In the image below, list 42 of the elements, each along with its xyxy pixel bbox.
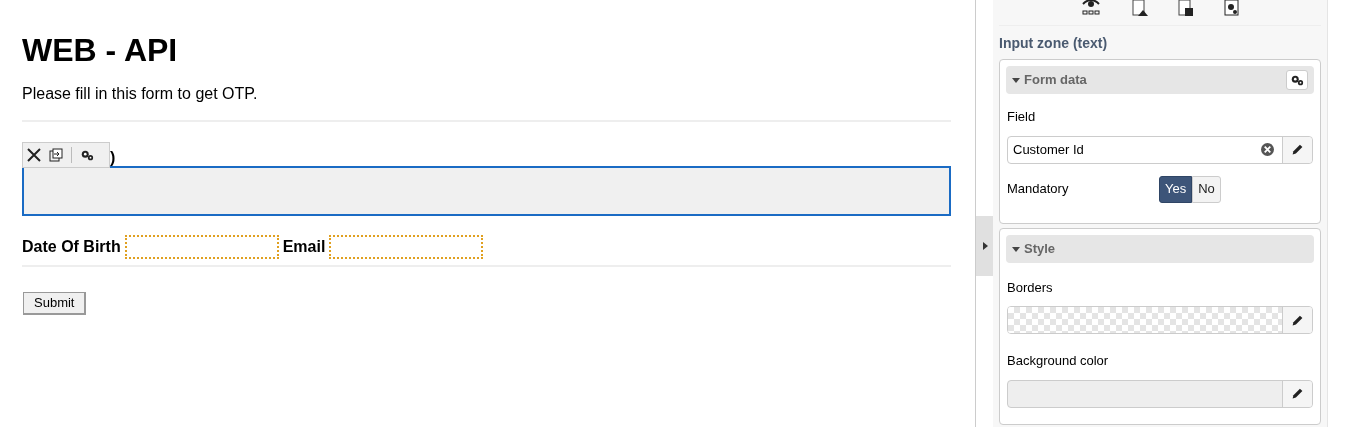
- background-color-field[interactable]: [1007, 379, 1313, 408]
- input-field[interactable]: [124, 235, 279, 259]
- section-header[interactable]: Style: [1006, 234, 1314, 263]
- mandatory-label: Mandatory: [1007, 180, 1070, 199]
- section-title: Style: [1024, 239, 1056, 258]
- field-value: Customer Id: [1012, 140, 1085, 159]
- toggle-option[interactable]: No: [1192, 175, 1221, 203]
- save-document-icon[interactable]: [1178, 0, 1194, 16]
- field-label: Date Of Birth: [22, 237, 121, 257]
- copy-icon[interactable]: [49, 148, 63, 162]
- upload-document-icon[interactable]: [1132, 0, 1148, 16]
- section-title: Form data: [1024, 71, 1087, 90]
- input-field[interactable]: [329, 235, 484, 259]
- document-settings-icon[interactable]: [1224, 0, 1240, 16]
- selected-input-zone[interactable]: [22, 166, 951, 216]
- borders-color-field[interactable]: [1007, 306, 1313, 334]
- section-header[interactable]: Form data: [1006, 66, 1314, 94]
- edit-button[interactable]: [1282, 380, 1312, 407]
- edit-button[interactable]: [1282, 307, 1312, 333]
- close-icon[interactable]: [27, 148, 41, 162]
- edit-button[interactable]: [1282, 136, 1312, 163]
- preview-icon[interactable]: [1080, 0, 1102, 16]
- intro-text: Please fill in this form to get OTP.: [22, 84, 259, 104]
- field-label: Field: [1007, 108, 1037, 126]
- pencil-icon: [1291, 143, 1304, 156]
- collapse-handle[interactable]: [976, 215, 993, 276]
- settings-icon: [80, 148, 94, 162]
- expand-arrow-icon: [981, 241, 988, 250]
- background-label: Background color: [1007, 352, 1110, 370]
- toggle-option[interactable]: Yes: [1159, 175, 1193, 203]
- gears-icon: [1290, 73, 1304, 87]
- field-label: ): [110, 148, 116, 168]
- pencil-icon: [1291, 313, 1304, 327]
- submit-button[interactable]: Submit: [23, 292, 87, 315]
- panel-title: Input zone (text): [999, 34, 1109, 53]
- clear-icon[interactable]: [1261, 143, 1274, 156]
- settings-button[interactable]: [1286, 70, 1308, 90]
- pencil-icon: [1291, 387, 1304, 400]
- field-label: Email: [282, 237, 326, 257]
- page-title: WEB - API: [22, 31, 179, 70]
- borders-label: Borders: [1007, 278, 1054, 297]
- field-select[interactable]: Customer Id: [1007, 135, 1313, 164]
